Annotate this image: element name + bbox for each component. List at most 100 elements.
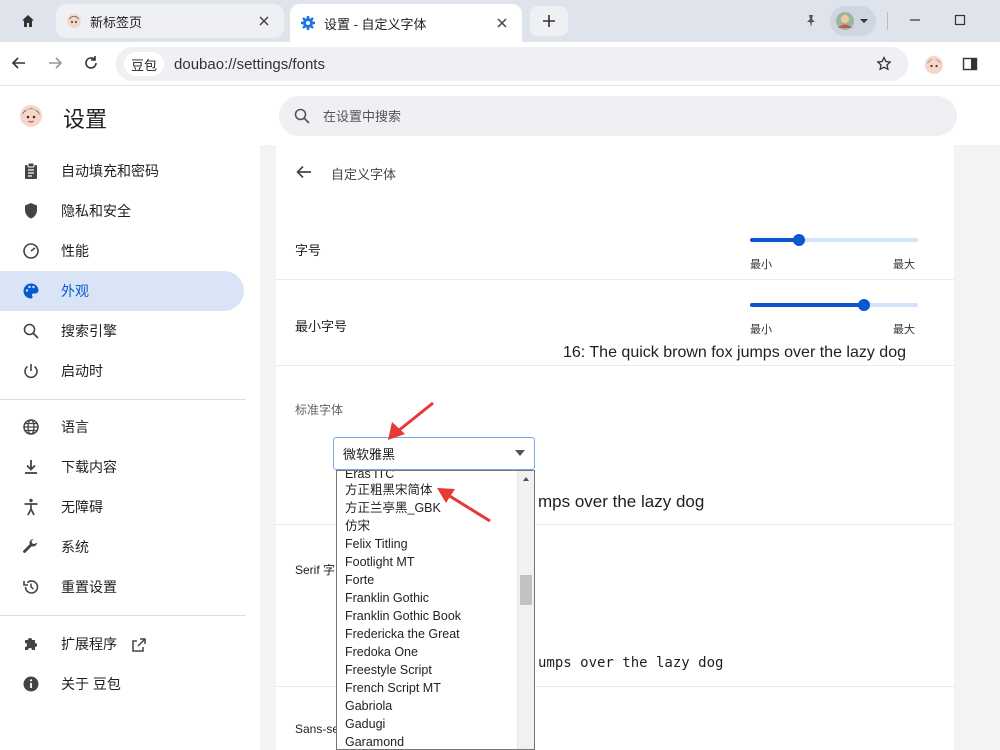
min-font-preview-text: 16: The quick brown fox jumps over the l… xyxy=(563,344,906,361)
sidebar-item-label: 外观 xyxy=(61,283,89,299)
slider-min-label: 最小 xyxy=(750,259,772,271)
search-icon xyxy=(294,108,310,124)
sidebar-item-label: 重置设置 xyxy=(61,579,117,595)
external-link-icon xyxy=(132,638,146,653)
slider-fill xyxy=(750,238,799,242)
sidebar-divider xyxy=(0,399,246,400)
browser-toolbar: 豆包 doubao://settings/fonts xyxy=(0,42,1000,86)
slider-max-label: 最大 xyxy=(893,324,915,336)
dropdown-option[interactable]: Franklin Gothic xyxy=(345,589,429,607)
page-title: 设置 xyxy=(63,107,108,132)
sidebar-item-label: 语言 xyxy=(61,419,89,435)
doubao-avatar-icon[interactable] xyxy=(924,55,944,75)
new-tab-button[interactable] xyxy=(530,6,568,36)
side-panel-icon xyxy=(962,57,978,71)
download-icon xyxy=(21,457,41,477)
tab-close-button[interactable] xyxy=(254,11,274,31)
sidebar-item-extensions[interactable]: 扩展程序 xyxy=(0,624,244,664)
side-panel-button[interactable] xyxy=(960,54,980,74)
home-button[interactable] xyxy=(10,7,46,35)
dropdown-option[interactable]: Felix Titling xyxy=(345,535,408,553)
bookmark-button[interactable] xyxy=(874,54,894,74)
page-scrollbar[interactable] xyxy=(968,145,998,750)
dropdown-option[interactable]: 方正粗黑宋简体 xyxy=(345,481,433,499)
dropdown-option[interactable]: 仿宋 xyxy=(345,517,370,535)
back-button[interactable] xyxy=(6,50,32,76)
dropdown-option[interactable]: Garamond xyxy=(345,733,404,749)
sidebar-item-performance[interactable]: 性能 xyxy=(0,231,244,271)
dropdown-option[interactable]: Franklin Gothic Book xyxy=(345,607,461,625)
sidebar-item-about[interactable]: 关于 豆包 xyxy=(0,664,244,704)
sidebar-item-label: 关于 豆包 xyxy=(61,676,121,692)
sidebar-item-languages[interactable]: 语言 xyxy=(0,407,244,447)
clipboard-icon xyxy=(21,161,41,181)
sidebar-item-autofill[interactable]: 自动填充和密码 xyxy=(0,151,244,191)
tab-strip: 新标签页 设置 - 自定义字体 xyxy=(0,0,1000,42)
card-title: 自定义字体 xyxy=(331,167,397,182)
pin-icon xyxy=(807,15,815,27)
scroll-up-arrow-icon[interactable] xyxy=(523,477,529,481)
sidebar-item-appearance[interactable]: 外观 xyxy=(0,271,244,311)
tab-new-tab[interactable]: 新标签页 xyxy=(56,4,284,38)
font-dropdown-list[interactable]: Eras ITC 方正粗黑宋简体 方正兰亭黑_GBK 仿宋 Felix Titl… xyxy=(336,470,535,750)
tab-close-button[interactable] xyxy=(492,13,512,33)
dropdown-option[interactable]: Forte xyxy=(345,571,374,589)
site-chip[interactable]: 豆包 xyxy=(124,52,165,76)
doubao-avatar-icon xyxy=(67,14,81,28)
tab-title: 设置 - 自定义字体 xyxy=(324,16,427,32)
window-controls-divider xyxy=(887,12,888,30)
standard-font-label: 标准字体 xyxy=(295,403,344,417)
sidebar-item-downloads[interactable]: 下载内容 xyxy=(0,447,244,487)
min-font-size-slider[interactable] xyxy=(750,299,918,311)
url-text[interactable]: doubao://settings/fonts xyxy=(174,56,325,73)
sidebar-item-system[interactable]: 系统 xyxy=(0,527,244,567)
slider-fill xyxy=(750,303,865,307)
dropdown-option[interactable]: Freestyle Script xyxy=(345,661,432,679)
reload-icon xyxy=(85,56,97,69)
info-icon xyxy=(21,674,41,694)
search-input[interactable] xyxy=(323,108,923,124)
sidebar-item-label: 启动时 xyxy=(61,363,103,379)
address-bar[interactable]: 豆包 doubao://settings/fonts xyxy=(116,47,908,81)
forward-button[interactable] xyxy=(42,50,68,76)
profile-button[interactable] xyxy=(830,6,876,36)
font-size-slider[interactable] xyxy=(750,234,918,246)
standard-font-select[interactable]: 微软雅黑 xyxy=(333,437,535,470)
doubao-logo-icon xyxy=(20,105,42,127)
dropdown-option[interactable]: Fredoka One xyxy=(345,643,418,661)
dropdown-option[interactable]: Footlight MT xyxy=(345,553,414,571)
slider-min-label: 最小 xyxy=(750,324,772,336)
power-icon xyxy=(21,361,41,381)
sidebar-item-accessibility[interactable]: 无障碍 xyxy=(0,487,244,527)
minimize-icon xyxy=(910,19,920,21)
scrollbar-thumb[interactable] xyxy=(520,575,532,605)
sidebar-item-privacy[interactable]: 隐私和安全 xyxy=(0,191,244,231)
sidebar-item-on-startup[interactable]: 启动时 xyxy=(0,351,244,391)
dropdown-option[interactable]: Fredericka the Great xyxy=(345,625,460,643)
tab-settings-fonts[interactable]: 设置 - 自定义字体 xyxy=(290,4,522,42)
palette-icon xyxy=(21,281,41,301)
slider-knob[interactable] xyxy=(858,299,871,311)
sidebar-item-label: 系统 xyxy=(61,539,89,555)
slider-knob[interactable] xyxy=(792,234,805,246)
dropdown-option[interactable]: 方正兰亭黑_GBK xyxy=(345,499,441,517)
arrow-left-icon[interactable] xyxy=(294,162,314,182)
sidebar-item-search-engine[interactable]: 搜索引擎 xyxy=(0,311,244,351)
accessibility-icon xyxy=(21,497,41,517)
dropdown-option[interactable]: Gabriola xyxy=(345,697,392,715)
pin-button[interactable] xyxy=(800,10,822,32)
minimize-button[interactable] xyxy=(905,10,925,30)
settings-sidebar: 自动填充和密码 隐私和安全 性能 外观 搜索引擎 启动时 语言 下载内容 无障碍… xyxy=(0,145,260,750)
reload-button[interactable] xyxy=(78,50,104,76)
star-icon xyxy=(876,56,892,71)
tab-title: 新标签页 xyxy=(90,14,143,30)
dropdown-option[interactable]: French Script MT xyxy=(345,679,441,697)
arrow-right-icon xyxy=(49,57,63,69)
dropdown-option[interactable]: Gadugi xyxy=(345,715,385,733)
settings-search[interactable] xyxy=(279,96,957,136)
dropdown-scrollbar[interactable] xyxy=(517,471,534,749)
sidebar-item-reset[interactable]: 重置设置 xyxy=(0,567,244,607)
select-value: 微软雅黑 xyxy=(343,447,396,462)
sidebar-item-label: 搜索引擎 xyxy=(61,323,117,339)
maximize-button[interactable] xyxy=(950,10,970,30)
